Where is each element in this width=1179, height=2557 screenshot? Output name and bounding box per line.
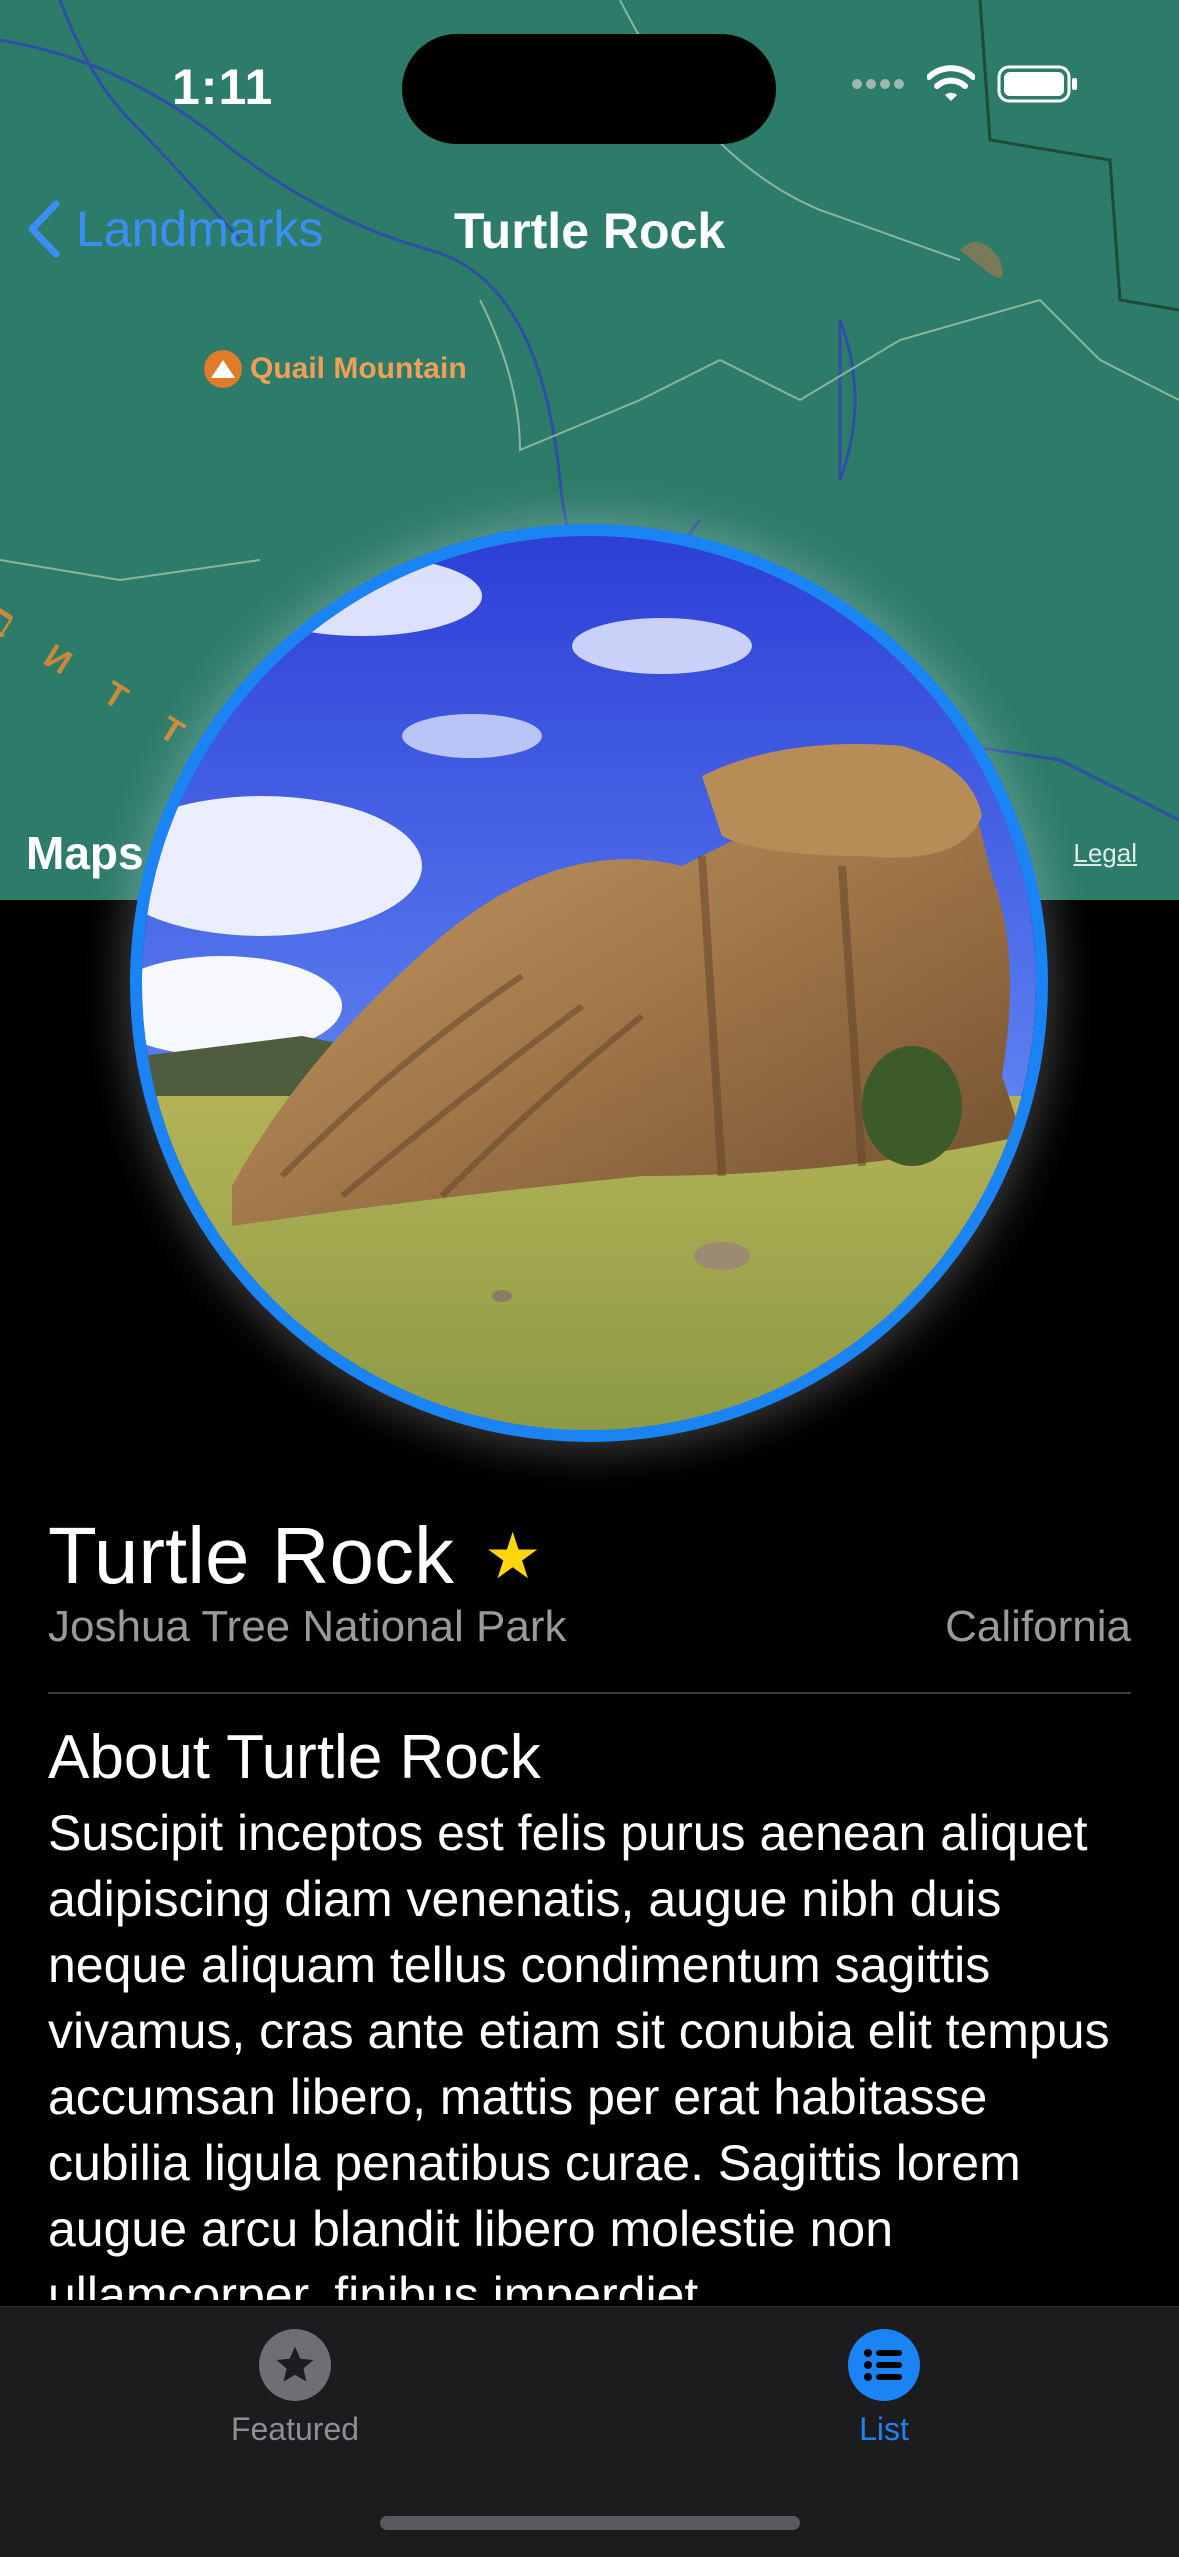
map-poi-quail-mountain[interactable]: Quail Mountain [204,350,467,388]
poi-label: Quail Mountain [250,352,467,385]
star-circle-icon [259,2329,331,2401]
tab-featured[interactable]: Featured [185,2329,405,2448]
page-title: Turtle Rock [453,203,726,259]
mountain-icon [204,350,242,388]
landmark-title-row: Turtle Rock ★ [48,1510,541,1602]
park-name: Joshua Tree National Park [48,1602,567,1651]
tab-featured-label: Featured [230,2411,360,2447]
legal-link[interactable]: Legal [1073,838,1137,869]
navigation-bar: Landmarks Turtle Rock [0,180,1179,276]
maps-logo-label: Maps [26,827,144,879]
status-icons [851,64,1079,104]
landmark-location-row: Joshua Tree National Park California [48,1602,1131,1652]
landmark-name: Turtle Rock [48,1511,455,1600]
status-bar: 1:11 [0,0,1179,170]
battery-icon [997,65,1077,103]
state-name: California [945,1602,1131,1651]
apple-maps-logo: Maps [26,826,144,880]
dynamic-island [402,34,776,144]
wifi-icon [927,65,975,101]
status-time: 1:11 [172,59,274,115]
divider [48,1692,1131,1694]
signal-dots-icon [852,79,904,89]
description-text: Suscipit inceptos est felis purus aenean… [48,1805,1110,2300]
list-bullet-circle-icon [848,2329,920,2401]
landmark-photo [130,524,1048,1442]
favorite-star-icon[interactable]: ★ [484,1519,541,1594]
turtle-rock-image [142,536,1036,1430]
tab-list-label: List [859,2411,909,2447]
home-indicator[interactable] [380,2516,800,2530]
about-heading: About Turtle Rock [48,1723,541,1792]
tab-list[interactable]: List [774,2329,994,2448]
